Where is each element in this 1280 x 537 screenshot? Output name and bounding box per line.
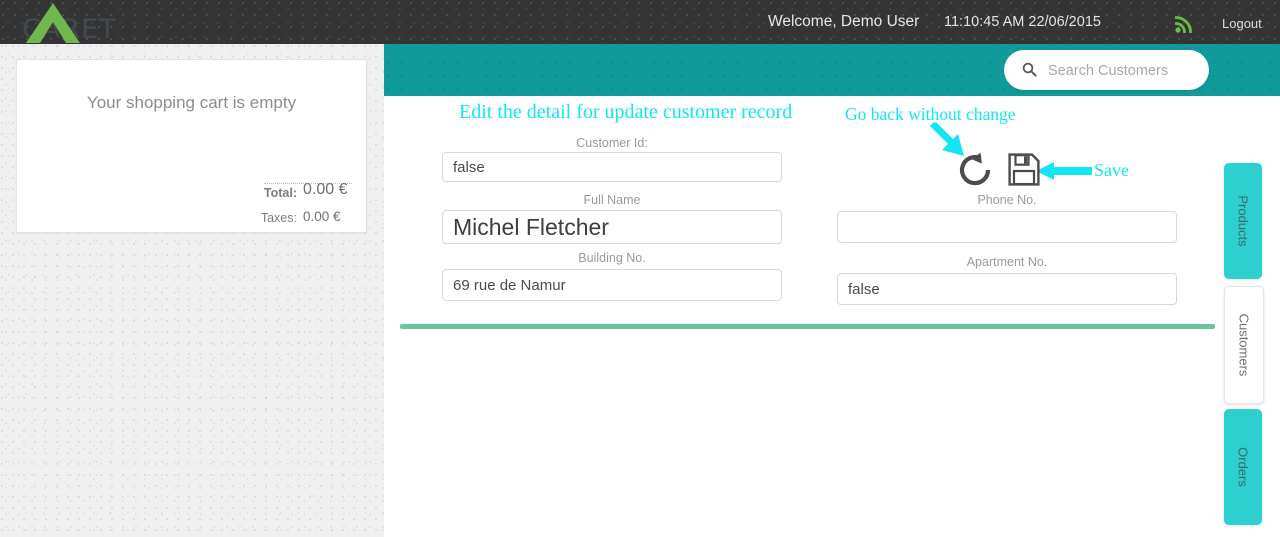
search-input[interactable]	[1046, 60, 1200, 82]
side-tab-customers[interactable]: Customers	[1224, 286, 1264, 404]
welcome-text: Welcome, Demo User	[768, 13, 920, 30]
search-box[interactable]	[1004, 50, 1209, 90]
floppy-disk-save-icon[interactable]	[1008, 153, 1040, 191]
undo-icon[interactable]	[958, 152, 994, 193]
cart-total-value: 0.00 €	[303, 181, 348, 198]
logo-caret-icon	[26, 3, 80, 43]
side-tab-products[interactable]: Products	[1224, 163, 1262, 279]
annotation-edit-title: Edit the detail for update customer reco…	[459, 101, 793, 123]
field-label-building-no: Building No.	[578, 251, 646, 265]
cart-total-label: Total:	[263, 186, 297, 200]
cart-taxes-value: 0.00 €	[303, 209, 341, 224]
app-root: CARET Welcome, Demo User 11:10:45 AM 22/…	[0, 0, 1280, 537]
field-label-full-name: Full Name	[583, 193, 641, 207]
field-input-building-no[interactable]	[442, 269, 782, 301]
section-divider	[400, 324, 1215, 329]
rss-icon[interactable]	[1174, 13, 1197, 34]
app-logo[interactable]: CARET	[16, 2, 126, 44]
logout-button[interactable]: Logout	[1222, 16, 1262, 31]
datetime-text: 11:10:45 AM 22/06/2015	[944, 14, 1101, 30]
field-label-phone-no: Phone No.	[977, 193, 1037, 207]
field-label-customer-id: Customer Id:	[576, 136, 648, 150]
cart-empty-message: Your shopping cart is empty	[86, 93, 297, 112]
side-tab-customers-label: Customers	[1236, 313, 1252, 377]
shopping-cart-card: Your shopping cart is empty Total: 0.00 …	[16, 59, 367, 233]
annotation-save: Save	[1094, 160, 1129, 180]
side-tab-orders[interactable]: Orders	[1224, 409, 1262, 525]
field-input-apartment-no[interactable]	[837, 273, 1177, 305]
side-tab-orders-label: Orders	[1235, 447, 1251, 487]
left-sidebar: Your shopping cart is empty Total: 0.00 …	[0, 44, 384, 537]
teal-toolbar	[384, 44, 1280, 96]
search-icon	[1022, 62, 1037, 77]
top-header-bar: CARET Welcome, Demo User 11:10:45 AM 22/…	[0, 0, 1280, 44]
field-label-apartment-no: Apartment No.	[966, 255, 1048, 269]
field-input-phone-no[interactable]	[837, 211, 1177, 243]
side-tab-products-label: Products	[1235, 195, 1251, 247]
cart-taxes-label: Taxes:	[260, 211, 297, 225]
field-input-customer-id[interactable]	[442, 152, 782, 182]
field-input-full-name[interactable]	[442, 210, 782, 244]
annotation-arrow-save	[1036, 162, 1092, 180]
